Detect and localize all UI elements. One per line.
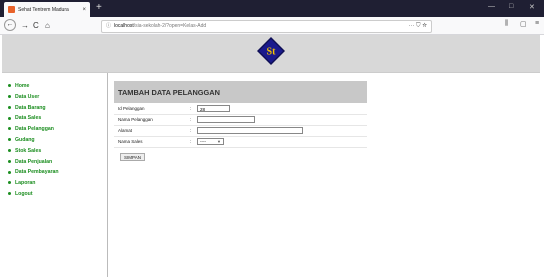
nama-sales-select[interactable]: ---- ▼	[197, 138, 224, 145]
simpan-button[interactable]: SIMPAN	[120, 153, 145, 161]
tab-title: Sehat Tentrem Madura	[18, 6, 69, 13]
field-colon: :	[190, 117, 192, 122]
more-icon[interactable]: ···	[408, 23, 414, 29]
bookmark-icon[interactable]: ☆	[422, 23, 427, 29]
sidebar-item-data-pembayaran[interactable]: Data Pembayaran	[8, 167, 59, 178]
bullet-icon	[8, 105, 11, 109]
sidebar-item-label: Data Penjualan	[15, 158, 53, 165]
sidebar-item-label: Data Pembayaran	[15, 169, 59, 176]
minimize-button[interactable]: —	[488, 3, 495, 10]
new-tab-button[interactable]: +	[96, 2, 102, 14]
sidebar-item-label: Data User	[15, 93, 40, 100]
sidebar-item-data-user[interactable]: Data User	[8, 92, 59, 103]
sidebar-item-logout[interactable]: Logout	[8, 189, 59, 200]
sidebar-item-label: Data Barang	[15, 104, 46, 111]
pocket-icon[interactable]: ⛉	[416, 23, 421, 29]
chevron-down-icon: ▼	[217, 139, 221, 144]
field-colon: :	[190, 139, 192, 144]
sidebar-item-data-penjualan[interactable]: Data Penjualan	[8, 157, 59, 168]
browser-nav-bar: ← → C ⌂ ⓘ localhost/sia-sekolah-2/?open=K…	[0, 17, 544, 35]
browser-tab-bar: Sehat Tentrem Madura × + — □ ✕	[0, 0, 544, 17]
sidebar-toggle-icon[interactable]: ▢	[520, 20, 527, 28]
bullet-icon	[8, 138, 11, 142]
page-header: St	[2, 35, 540, 73]
sidebar-item-gudang[interactable]: Gudang	[8, 135, 59, 146]
url-path: /sia-sekolah-2/?open=Kelas-Add	[133, 23, 207, 29]
menu-icon[interactable]: ≡	[535, 20, 539, 27]
bullet-icon	[8, 84, 11, 88]
sidebar: Home Data User Data Barang Data Sales Da…	[2, 73, 108, 277]
field-label: Nama Pelanggan	[118, 117, 153, 122]
maximize-button[interactable]: □	[509, 3, 513, 10]
info-icon[interactable]: ⓘ	[106, 23, 111, 29]
form-row-nama-pelanggan: Nama Pelanggan :	[114, 116, 367, 126]
bullet-icon	[8, 181, 11, 185]
sidebar-item-label: Laporan	[15, 180, 36, 187]
bullet-icon	[8, 159, 11, 163]
bullet-icon	[8, 127, 11, 131]
nama-pelanggan-input[interactable]	[197, 116, 255, 123]
bullet-icon	[8, 148, 11, 152]
sidebar-item-stok-sales[interactable]: Stok Sales	[8, 146, 59, 157]
alamat-input[interactable]	[197, 127, 303, 134]
sidebar-item-label: Data Sales	[15, 115, 42, 122]
sidebar-item-data-barang[interactable]: Data Barang	[8, 103, 59, 114]
sidebar-item-label: Home	[15, 83, 30, 89]
form-row-nama-sales: Nama Sales : ---- ▼	[114, 138, 367, 148]
url-actions: ··· ⛉ ☆	[408, 21, 427, 32]
close-window-button[interactable]: ✕	[529, 3, 535, 11]
bullet-icon	[8, 192, 11, 196]
sidebar-menu: Home Data User Data Barang Data Sales Da…	[8, 81, 59, 200]
address-bar[interactable]: ⓘ localhost/sia-sekolah-2/?open=Kelas-Add…	[101, 20, 432, 33]
browser-tab[interactable]: Sehat Tentrem Madura ×	[4, 2, 90, 17]
sidebar-item-data-pelanggan[interactable]: Data Pelanggan	[8, 124, 59, 135]
field-label: Alamat	[118, 128, 133, 133]
logo: St	[257, 37, 285, 65]
home-icon[interactable]: ⌂	[45, 20, 50, 31]
favicon-icon	[8, 6, 15, 13]
logo-text: St	[267, 47, 277, 58]
sidebar-item-label: Gudang	[15, 136, 35, 143]
field-label: Id Pelanggan	[118, 106, 145, 111]
sidebar-item-laporan[interactable]: Laporan	[8, 178, 59, 189]
form-title: TAMBAH DATA PELANGGAN	[118, 88, 220, 97]
sidebar-item-label: Logout	[15, 190, 33, 197]
id-pelanggan-input[interactable]: 28	[197, 105, 230, 112]
sidebar-item-label: Stok Sales	[15, 147, 42, 154]
field-colon: :	[190, 106, 192, 111]
bullet-icon	[8, 116, 11, 120]
url-host: localhost	[114, 23, 134, 29]
sidebar-item-label: Data Pelanggan	[15, 126, 54, 133]
sidebar-item-data-sales[interactable]: Data Sales	[8, 113, 59, 124]
forward-icon[interactable]: →	[21, 20, 29, 31]
sidebar-item-home[interactable]: Home	[8, 81, 59, 92]
back-icon[interactable]: ←	[4, 19, 16, 31]
form-row-id-pelanggan: Id Pelanggan : 28	[114, 105, 367, 115]
nama-sales-selected: ----	[200, 139, 206, 144]
reload-icon[interactable]: C	[33, 20, 39, 31]
bullet-icon	[8, 94, 11, 98]
tab-close-icon[interactable]: ×	[82, 7, 86, 13]
library-icon[interactable]: ⫼	[505, 20, 508, 28]
field-label: Nama Sales	[118, 139, 143, 144]
field-colon: :	[190, 128, 192, 133]
form-header: TAMBAH DATA PELANGGAN	[114, 81, 367, 103]
form-row-alamat: Alamat :	[114, 127, 367, 137]
bullet-icon	[8, 170, 11, 174]
